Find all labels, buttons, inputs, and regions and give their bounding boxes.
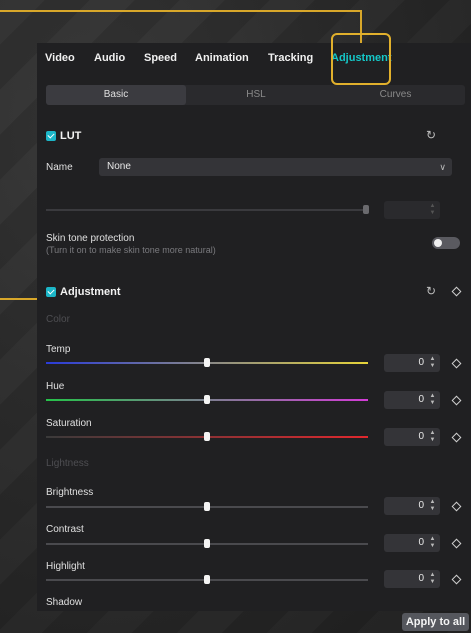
apply-to-all-button[interactable]: Apply to all: [402, 613, 469, 631]
hue-slider-knob[interactable]: [204, 395, 210, 404]
lightness-group-label: Lightness: [46, 458, 89, 469]
subtab-hsl[interactable]: HSL: [186, 85, 326, 105]
skin-tone-toggle[interactable]: [432, 237, 460, 249]
temp-slider-knob[interactable]: [204, 358, 210, 367]
stepper-icon[interactable]: ▲ ▼: [428, 499, 437, 513]
temp-label: Temp: [46, 344, 71, 355]
lut-intensity-field[interactable]: ▲ ▼: [384, 201, 440, 219]
saturation-label: Saturation: [46, 418, 92, 429]
lut-name-value: None: [107, 161, 131, 172]
saturation-slider-knob[interactable]: [204, 432, 210, 441]
hue-value: 0: [418, 394, 424, 405]
lut-section-header: LUT: [46, 130, 81, 142]
skin-tone-title: Skin tone protection: [46, 233, 135, 244]
contrast-value: 0: [418, 537, 424, 548]
lut-intensity-track[interactable]: [46, 209, 368, 211]
stepper-icon[interactable]: ▲ ▼: [428, 536, 437, 550]
stepper-icon[interactable]: ▲ ▼: [428, 430, 437, 444]
saturation-value-field[interactable]: 0 ▲ ▼: [384, 428, 440, 446]
chevron-down-icon: ∨: [439, 162, 446, 172]
lut-intensity-knob[interactable]: [363, 205, 369, 214]
brightness-value: 0: [418, 500, 424, 511]
stepper-icon[interactable]: ▲ ▼: [428, 572, 437, 586]
highlight-slider-knob[interactable]: [204, 575, 210, 584]
adjustment-section-header: Adjustment: [46, 286, 121, 298]
saturation-value: 0: [418, 431, 424, 442]
adjustment-reset-icon[interactable]: ↻: [426, 284, 436, 298]
tab-speed[interactable]: Speed: [144, 43, 177, 75]
tab-highlight-frame: [331, 33, 391, 85]
adjustment-title: Adjustment: [60, 286, 121, 298]
tab-animation[interactable]: Animation: [195, 43, 249, 75]
tab-audio[interactable]: Audio: [94, 43, 125, 75]
contrast-value-field[interactable]: 0 ▲ ▼: [384, 534, 440, 552]
temp-value-field[interactable]: 0 ▲ ▼: [384, 354, 440, 372]
subtab-basic[interactable]: Basic: [46, 85, 186, 105]
tab-video[interactable]: Video: [45, 43, 75, 75]
tab-tracking[interactable]: Tracking: [268, 43, 313, 75]
lut-reset-icon[interactable]: ↻: [426, 128, 436, 142]
stepper-icon[interactable]: ▲ ▼: [428, 203, 437, 217]
contrast-slider-knob[interactable]: [204, 539, 210, 548]
contrast-label: Contrast: [46, 524, 84, 535]
skin-tone-description: (Turn it on to make skin tone more natur…: [46, 245, 216, 255]
inspector-panel: [37, 43, 471, 611]
color-group-label: Color: [46, 314, 70, 325]
hue-label: Hue: [46, 381, 65, 392]
lut-name-label: Name: [46, 162, 73, 173]
lut-title: LUT: [60, 130, 82, 142]
brightness-slider-knob[interactable]: [204, 502, 210, 511]
highlight-value: 0: [418, 573, 424, 584]
highlight-label: Highlight: [46, 561, 85, 572]
brightness-value-field[interactable]: 0 ▲ ▼: [384, 497, 440, 515]
brightness-label: Brightness: [46, 487, 94, 498]
stepper-icon[interactable]: ▲ ▼: [428, 356, 437, 370]
subtab-curves[interactable]: Curves: [326, 85, 465, 105]
lut-checkbox[interactable]: [46, 131, 56, 141]
lut-name-select[interactable]: None ∨: [99, 158, 452, 176]
highlight-value-field[interactable]: 0 ▲ ▼: [384, 570, 440, 588]
shadow-label: Shadow: [46, 597, 83, 608]
subtab-bar: Basic HSL Curves: [46, 85, 465, 105]
temp-value: 0: [418, 357, 424, 368]
stepper-icon[interactable]: ▲ ▼: [428, 393, 437, 407]
adjustment-checkbox[interactable]: [46, 287, 56, 297]
hue-value-field[interactable]: 0 ▲ ▼: [384, 391, 440, 409]
